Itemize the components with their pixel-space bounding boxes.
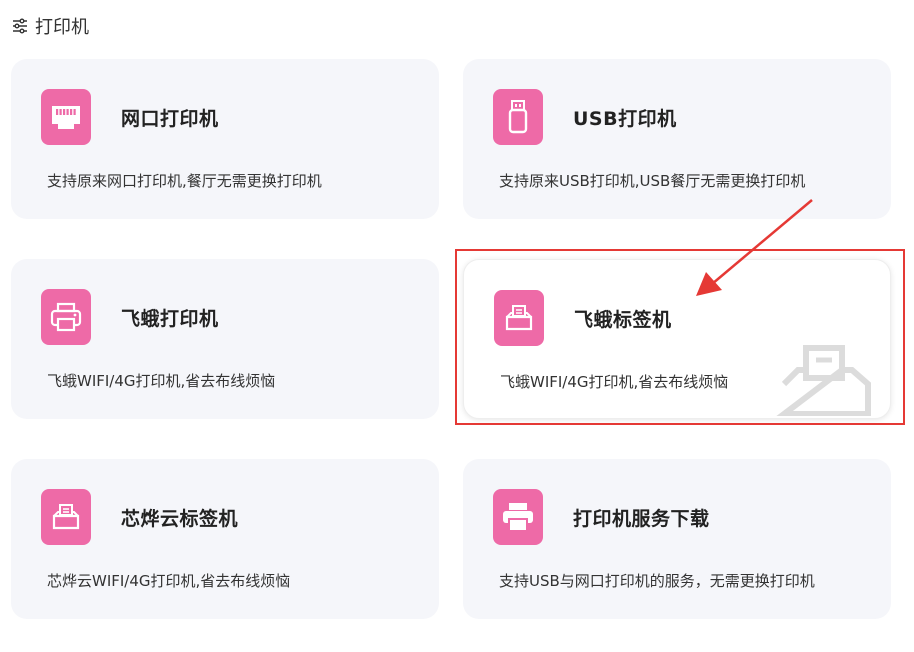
card-icon-box bbox=[41, 289, 91, 345]
card-feie-printer[interactable]: 飞蛾打印机 飞蛾WIFI/4G打印机,省去布线烦恼 bbox=[11, 259, 439, 419]
card-title: USB打印机 bbox=[573, 108, 677, 130]
card-usb-printer[interactable]: USB打印机 支持原来USB打印机,USB餐厅无需更换打印机 bbox=[463, 59, 891, 219]
printer-icon bbox=[50, 302, 82, 332]
label-printer-watermark-icon bbox=[776, 345, 871, 416]
card-title: 飞蛾标签机 bbox=[574, 309, 672, 331]
card-title: 芯烨云标签机 bbox=[121, 508, 239, 530]
page-header: 打印机 bbox=[12, 14, 89, 38]
card-description: 支持原来USB打印机,USB餐厅无需更换打印机 bbox=[499, 172, 806, 190]
card-title: 打印机服务下载 bbox=[573, 508, 710, 530]
card-description: 支持原来网口打印机,餐厅无需更换打印机 bbox=[47, 172, 322, 190]
card-description: 飞蛾WIFI/4G打印机,省去布线烦恼 bbox=[500, 373, 729, 391]
label-printer-icon bbox=[505, 305, 533, 331]
card-feie-label-printer[interactable]: 飞蛾标签机 飞蛾WIFI/4G打印机,省去布线烦恼 bbox=[463, 259, 891, 419]
card-icon-box bbox=[41, 489, 91, 545]
card-icon-box bbox=[494, 290, 544, 346]
usb-drive-icon bbox=[508, 100, 528, 134]
printer-download-icon bbox=[503, 503, 533, 532]
card-icon-box bbox=[493, 89, 543, 145]
card-printer-service-download[interactable]: 打印机服务下载 支持USB与网口打印机的服务，无需更换打印机 bbox=[463, 459, 891, 619]
ethernet-port-icon bbox=[52, 106, 80, 129]
card-icon-box bbox=[493, 489, 543, 545]
card-title: 飞蛾打印机 bbox=[121, 308, 219, 330]
card-description: 芯烨云WIFI/4G打印机,省去布线烦恼 bbox=[47, 572, 291, 590]
page-title: 打印机 bbox=[35, 17, 89, 38]
card-xinye-label-printer[interactable]: 芯烨云标签机 芯烨云WIFI/4G打印机,省去布线烦恼 bbox=[11, 459, 439, 619]
label-printer-icon bbox=[52, 504, 80, 530]
sliders-icon bbox=[13, 18, 27, 34]
card-description: 飞蛾WIFI/4G打印机,省去布线烦恼 bbox=[47, 372, 276, 390]
card-description: 支持USB与网口打印机的服务，无需更换打印机 bbox=[499, 572, 815, 590]
card-network-printer[interactable]: 网口打印机 支持原来网口打印机,餐厅无需更换打印机 bbox=[11, 59, 439, 219]
card-title: 网口打印机 bbox=[121, 108, 219, 130]
card-icon-box bbox=[41, 89, 91, 145]
